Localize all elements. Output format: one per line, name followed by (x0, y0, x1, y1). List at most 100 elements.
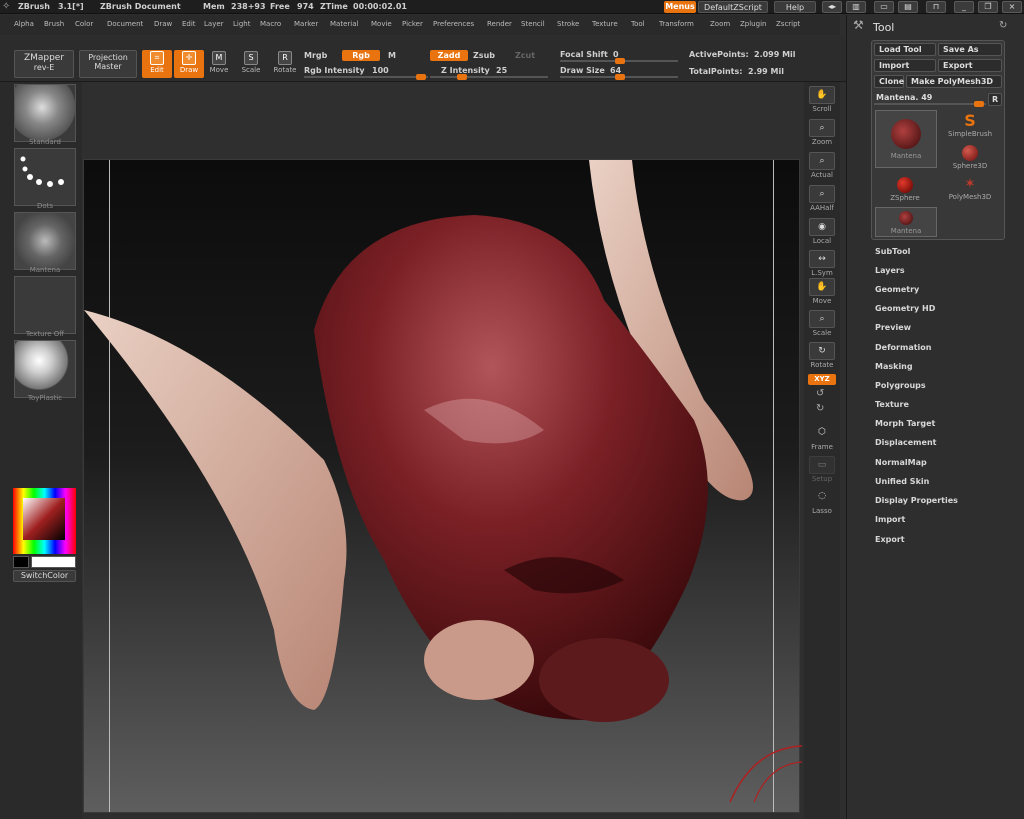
menu-tool[interactable]: Tool (631, 20, 645, 28)
rotate-button[interactable]: R Rotate (270, 50, 300, 78)
menu-material[interactable]: Material (330, 20, 358, 28)
focal-shift-knob[interactable] (615, 58, 625, 64)
section-layers[interactable]: Layers (875, 266, 905, 275)
menu-transform[interactable]: Transform (659, 20, 694, 28)
texture-thumbnail[interactable] (14, 276, 76, 334)
section-displacement[interactable]: Displacement (875, 438, 936, 447)
draw-size-slider[interactable] (560, 74, 678, 80)
switch-color-button[interactable]: SwitchColor (13, 570, 76, 582)
xyz-button[interactable]: XYZ (808, 374, 836, 385)
primary-color-swatch[interactable] (31, 556, 76, 568)
draw-size-knob[interactable] (615, 74, 625, 80)
make-polymesh-button[interactable]: Make PolyMesh3D (906, 75, 1002, 88)
tool-thumb-simplebrush[interactable]: S SimpleBrush (940, 111, 1000, 143)
section-preview[interactable]: Preview (875, 323, 911, 332)
menu-zoom[interactable]: Zoom (710, 20, 730, 28)
rgb-intensity-slider[interactable] (304, 74, 428, 80)
palette-icon[interactable]: ▤ (898, 1, 918, 13)
menu-texture[interactable]: Texture (592, 20, 618, 28)
section-export[interactable]: Export (875, 535, 905, 544)
restore-icon[interactable]: ❐ (978, 1, 998, 13)
menu-stroke[interactable]: Stroke (557, 20, 579, 28)
local-button[interactable]: ◉ Local (807, 218, 837, 248)
lsym-button[interactable]: ↔ L.Sym (807, 250, 837, 280)
projection-master-button[interactable]: Projection Master (79, 50, 137, 78)
menu-zplugin[interactable]: Zplugin (740, 20, 766, 28)
current-tool-slider[interactable] (874, 101, 986, 107)
rotate-z-icon[interactable]: ↻ (816, 403, 824, 414)
tool-thumb-mantena-2[interactable]: Mantena (875, 207, 937, 237)
import-tool-button[interactable]: Import (874, 59, 936, 72)
menu-brush[interactable]: Brush (44, 20, 64, 28)
scale-view-button[interactable]: ⌕ Scale (807, 310, 837, 340)
reset-r-button[interactable]: R (988, 93, 1002, 106)
rotate-y-icon[interactable]: ↺ (816, 388, 824, 399)
alpha-thumbnail[interactable] (14, 212, 76, 270)
material-thumbnail[interactable] (14, 340, 76, 398)
scale-button[interactable]: S Scale (236, 50, 266, 78)
actual-button[interactable]: ⌕ Actual (807, 152, 837, 182)
tool-thumb-polymesh3d[interactable]: ✶ PolyMesh3D (940, 175, 1000, 207)
menu-color[interactable]: Color (75, 20, 93, 28)
lock-icon[interactable]: ⊓ (926, 1, 946, 13)
menu-light[interactable]: Light (233, 20, 250, 28)
menu-layer[interactable]: Layer (204, 20, 224, 28)
section-unified-skin[interactable]: Unified Skin (875, 477, 929, 486)
move-button[interactable]: M Move (204, 50, 234, 78)
edit-button[interactable]: ⌗ Edit (142, 50, 172, 78)
m-button[interactable]: M (388, 51, 396, 60)
zmapper-button[interactable]: ZMapper rev-E (14, 50, 74, 78)
section-texture[interactable]: Texture (875, 400, 909, 409)
scroll-left-icon[interactable]: ◂▸ (822, 1, 842, 13)
document-viewport[interactable] (83, 159, 800, 813)
save-as-button[interactable]: Save As (938, 43, 1002, 56)
minimize-icon[interactable]: _ (954, 1, 974, 13)
menu-alpha[interactable]: Alpha (14, 20, 34, 28)
aahalf-button[interactable]: ⌕ AAHalf (807, 185, 837, 215)
current-tool-knob[interactable] (974, 101, 984, 107)
section-deformation[interactable]: Deformation (875, 343, 931, 352)
tool-thumb-sphere3d[interactable]: Sphere3D (940, 143, 1000, 175)
menu-document[interactable]: Document (107, 20, 143, 28)
mantena-model[interactable] (84, 160, 801, 814)
brush-thumbnail[interactable] (14, 84, 76, 142)
hide-icon[interactable]: ▭ (874, 1, 894, 13)
menu-movie[interactable]: Movie (371, 20, 392, 28)
z-intensity-knob[interactable] (457, 74, 467, 80)
section-geometry[interactable]: Geometry (875, 285, 919, 294)
section-masking[interactable]: Masking (875, 362, 913, 371)
lasso-button[interactable]: ◌ Lasso (807, 488, 837, 518)
zsub-button[interactable]: Zsub (473, 51, 495, 60)
menu-preferences[interactable]: Preferences (433, 20, 474, 28)
default-zscript-button[interactable]: DefaultZScript (698, 1, 768, 13)
section-subtool[interactable]: SubTool (875, 247, 910, 256)
zadd-button[interactable]: Zadd (430, 50, 468, 61)
menu-zscript[interactable]: Zscript (776, 20, 800, 28)
close-icon[interactable]: × (1002, 1, 1022, 13)
refresh-icon[interactable]: ↻ (999, 20, 1007, 31)
move-view-button[interactable]: ✋ Move (807, 278, 837, 308)
z-intensity-slider[interactable] (430, 74, 548, 80)
mrgb-button[interactable]: Mrgb (304, 51, 327, 60)
export-tool-button[interactable]: Export (938, 59, 1002, 72)
menu-picker[interactable]: Picker (402, 20, 423, 28)
section-normalmap[interactable]: NormalMap (875, 458, 927, 467)
focal-shift-slider[interactable] (560, 58, 678, 64)
section-polygroups[interactable]: Polygroups (875, 381, 926, 390)
section-geometry-hd[interactable]: Geometry HD (875, 304, 935, 313)
secondary-color-swatch[interactable] (13, 556, 29, 568)
zoom-button[interactable]: ⌕ Zoom (807, 119, 837, 149)
menu-edit[interactable]: Edit (182, 20, 196, 28)
color-picker[interactable] (13, 488, 76, 554)
menu-draw[interactable]: Draw (154, 20, 172, 28)
tool-thumb-zsphere[interactable]: ZSphere (875, 175, 935, 207)
layout-icon[interactable]: ▥ (846, 1, 866, 13)
menu-stencil[interactable]: Stencil (521, 20, 545, 28)
menu-marker[interactable]: Marker (294, 20, 318, 28)
menus-button[interactable]: Menus (664, 1, 696, 13)
draw-button[interactable]: ✛ Draw (174, 50, 204, 78)
frame-button[interactable]: ⬡ Frame (807, 424, 837, 454)
rgb-intensity-knob[interactable] (416, 74, 426, 80)
section-import[interactable]: Import (875, 515, 905, 524)
zcut-button[interactable]: Zcut (515, 51, 535, 60)
